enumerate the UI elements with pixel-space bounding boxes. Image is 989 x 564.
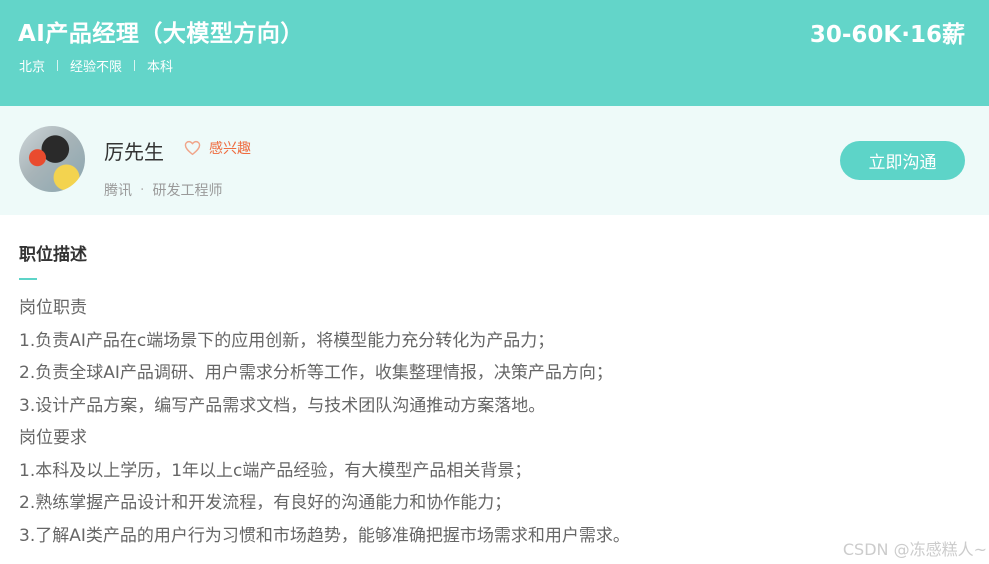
interest-label: 感兴趣 [209,141,251,157]
description-line: 岗位要求 [19,428,87,448]
tag-divider [57,60,59,71]
tag-education: 本科 [147,60,174,75]
description-body: 岗位职责 1.负责AI产品在c端场景下的应用创新，将模型能力充分转化为产品力； … [19,292,969,552]
description-line: 3.了解AI类产品的用户行为习惯和市场趋势，能够准确把握市场需求和用户需求。 [19,525,630,546]
boss-name: 厉先生 [104,140,164,164]
job-title: AI产品经理（大模型方向） [18,21,304,47]
title-underline [19,278,37,280]
description-line: 1.负责AI产品在c端场景下的应用创新，将模型能力充分转化为产品力； [19,330,555,351]
job-header: AI产品经理（大模型方向） 30-60K·16薪 北京 经验不限 本科 [0,0,989,106]
chat-now-button[interactable]: 立即沟通 [840,141,965,180]
interest-toggle[interactable]: 感兴趣 [184,138,251,158]
boss-info: 腾讯 · 研发工程师 [104,180,222,200]
tag-divider [134,60,136,71]
boss-bar: 厉先生 感兴趣 腾讯 · 研发工程师 立即沟通 [0,106,989,215]
description-line: 3.设计产品方案，编写产品需求文档，与技术团队沟通推动方案落地。 [19,395,546,416]
boss-position: 研发工程师 [152,183,223,199]
description-line: 2.负责全球AI产品调研、用户需求分析等工作，收集整理情报，决策产品方向； [19,363,613,383]
salary: 30-60K·16薪 [809,22,965,48]
description-line: 1.本科及以上学历，1年以上c端产品经验，有大模型产品相关背景； [19,460,532,481]
heart-outline-icon [184,140,201,156]
description-line: 岗位职责 [19,298,87,318]
section-title: 职位描述 [19,245,87,265]
job-description: 职位描述 岗位职责 1.负责AI产品在c端场景下的应用创新，将模型能力充分转化为… [19,240,969,552]
avatar[interactable] [19,126,85,192]
boss-company: 腾讯 [104,183,132,199]
watermark: CSDN @冻感糕人~ [842,540,987,559]
job-tags: 北京 经验不限 本科 [19,56,173,75]
tag-location: 北京 [19,60,46,75]
info-separator: · [140,182,145,198]
tag-experience: 经验不限 [70,60,123,75]
description-line: 2.熟练掌握产品设计和开发流程，有良好的沟通能力和协作能力； [19,493,512,513]
